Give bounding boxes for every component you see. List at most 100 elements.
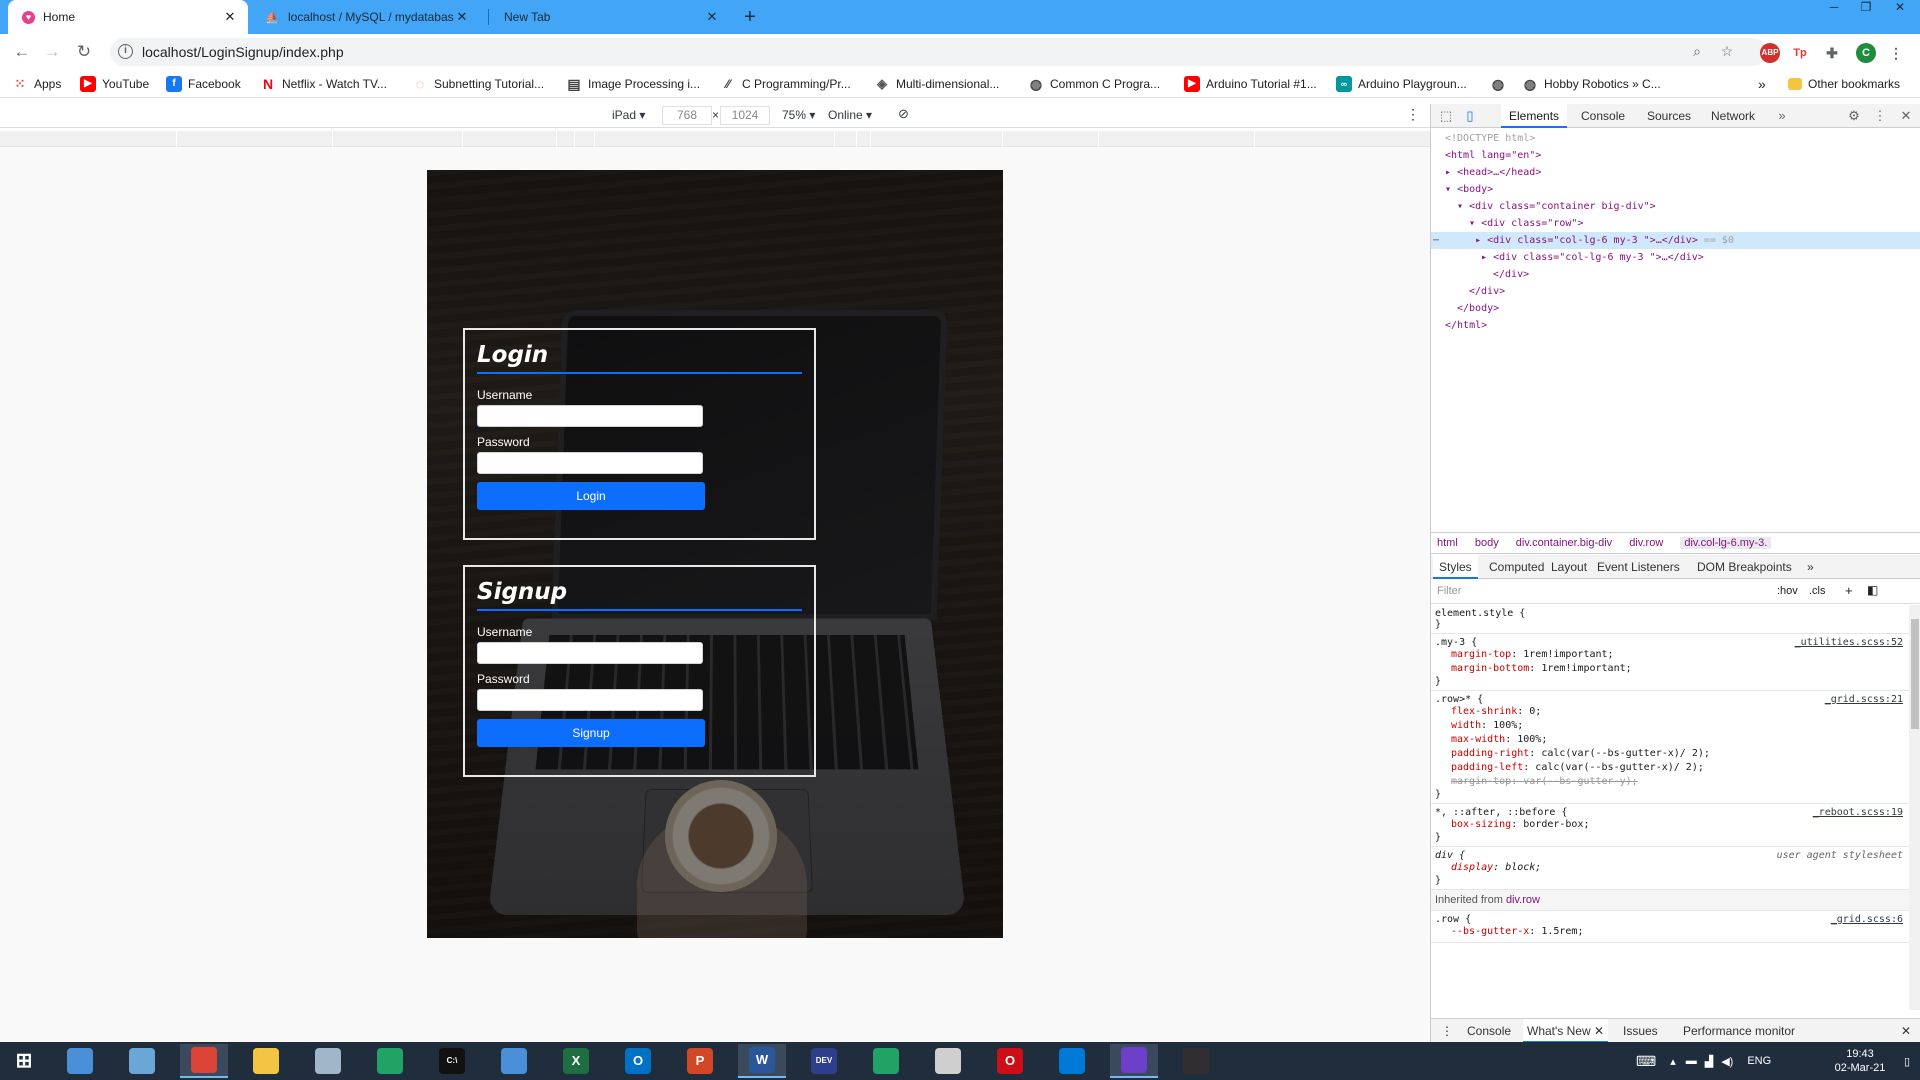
login-button[interactable]: Login — [477, 482, 705, 510]
prop-name[interactable]: flex-shrink — [1451, 706, 1517, 717]
rule-element-style[interactable]: element.style { } — [1431, 605, 1909, 634]
url-text[interactable]: localhost/LoginSignup/index.php — [142, 44, 344, 60]
dom-html-close[interactable]: </html> — [1431, 317, 1920, 334]
other-bookmarks[interactable]: Other bookmarks — [1788, 75, 1900, 93]
device-height-input[interactable]: 1024 — [720, 106, 770, 125]
tab-new-tab[interactable]: New Tab ✕ — [490, 0, 730, 34]
bookmark-apps[interactable]: ⁙ Apps — [12, 75, 62, 93]
bookmark-common-c[interactable]: ◍ Common C Progra... — [1028, 75, 1160, 93]
drawer-tab-whats-new[interactable]: What's New ✕ — [1523, 1019, 1609, 1043]
new-rule-button[interactable]: + — [1845, 583, 1853, 598]
dom-container[interactable]: ▾ <div class="container big-div"> — [1431, 198, 1920, 215]
tab-console[interactable]: Console — [1573, 104, 1633, 128]
bookmark-hobby-robotics[interactable]: ◍ Hobby Robotics » C... — [1522, 75, 1661, 93]
breadcrumb-row[interactable]: div.row — [1629, 537, 1663, 549]
filter-input[interactable]: Filter — [1437, 585, 1461, 597]
tab-dom-breakpoints[interactable]: DOM Breakpoints — [1691, 555, 1798, 579]
tab-network[interactable]: Network — [1703, 104, 1763, 128]
close-drawer-icon[interactable]: ✕ — [1901, 1019, 1911, 1043]
bookmark-globe[interactable]: ◍ — [1490, 75, 1512, 93]
bookmark-image-processing[interactable]: ▤ Image Processing i... — [566, 75, 700, 93]
dom-body-open[interactable]: ▾ <body> — [1431, 181, 1920, 198]
settings-gear-icon[interactable]: ⚙ — [1845, 107, 1863, 125]
prop-name[interactable]: width — [1451, 720, 1481, 731]
close-tab-icon[interactable]: ✕ — [454, 9, 470, 25]
prop-value[interactable]: 100%; — [1493, 720, 1523, 731]
taskbar-app-file-explorer-notepad[interactable] — [56, 1044, 104, 1078]
tray-up-arrow-icon[interactable]: ▴ — [1670, 1055, 1676, 1068]
scrollbar-thumb[interactable] — [1911, 619, 1919, 729]
rule-source-link[interactable]: _grid.scss:6 — [1831, 914, 1903, 925]
taskbar-app-calculator[interactable] — [862, 1044, 910, 1078]
bookmark-subnetting[interactable]: ◌ Subnetting Tutorial... — [412, 75, 544, 93]
toggle-sidebar-icon[interactable]: ◧ — [1867, 583, 1878, 597]
prop-value[interactable]: 1rem!important; — [1541, 663, 1631, 674]
network-select[interactable]: Online ▾ — [828, 108, 872, 122]
language-indicator[interactable]: ENG — [1747, 1055, 1771, 1067]
taskbar-app-outlook[interactable]: O — [614, 1044, 662, 1078]
rule-div-user-agent[interactable]: div { user agent stylesheet display: blo… — [1431, 847, 1909, 890]
drawer-tab-issues[interactable]: Issues — [1623, 1019, 1658, 1043]
prop-value[interactable]: var(--bs-gutter-y); — [1523, 776, 1637, 787]
dom-body-close[interactable]: </body> — [1431, 300, 1920, 317]
device-more-icon[interactable]: ⋮ — [1406, 106, 1420, 123]
profile-avatar-icon[interactable]: C — [1856, 43, 1876, 63]
extensions-puzzle-icon[interactable]: ✚ — [1822, 43, 1842, 63]
rule-source-link[interactable]: _utilities.scss:52 — [1795, 637, 1903, 648]
expand-triangle-icon[interactable]: ▸ — [1445, 235, 1481, 246]
taskbar-app-chrome[interactable] — [180, 1044, 228, 1078]
taskbar-app-project[interactable] — [366, 1044, 414, 1078]
rule-universal[interactable]: *, ::after, ::before { _reboot.scss:19 b… — [1431, 804, 1909, 847]
dom-div-close[interactable]: </div> — [1431, 283, 1920, 300]
back-arrow-icon[interactable]: ← — [10, 40, 34, 64]
tp-extension-icon[interactable]: Tp — [1790, 43, 1810, 63]
tab-styles[interactable]: Styles — [1433, 555, 1478, 579]
prop-name[interactable]: box-sizing — [1451, 819, 1511, 830]
forward-arrow-icon[interactable]: → — [40, 40, 64, 64]
device-width-input[interactable]: 768 — [662, 106, 712, 125]
info-icon[interactable]: i — [118, 44, 133, 59]
rule-row[interactable]: .row { _grid.scss:6 --bs-gutter-x: 1.5re… — [1431, 911, 1909, 943]
bookmark-facebook[interactable]: f Facebook — [166, 75, 241, 93]
tab-computed[interactable]: Computed — [1483, 555, 1550, 579]
tab-phpmyadmin[interactable]: ⛵ localhost / MySQL / mydatabase ✕ — [250, 0, 480, 34]
taskbar-app-file-explorer[interactable] — [242, 1044, 290, 1078]
tab-sources[interactable]: Sources — [1639, 104, 1699, 128]
more-tabs-icon[interactable]: » — [1773, 107, 1791, 125]
dom-col-selected[interactable]: ⋯ ▸ <div class="col-lg-6 my-3 ">…</div> … — [1431, 232, 1920, 249]
signup-username-input[interactable] — [477, 642, 703, 664]
close-tab-icon[interactable]: ✕ — [704, 9, 720, 25]
breadcrumb-body[interactable]: body — [1475, 537, 1499, 549]
prop-name[interactable]: max-width — [1451, 734, 1505, 745]
device-toggle-icon[interactable]: ▯ — [1461, 107, 1479, 125]
login-password-input[interactable] — [477, 452, 703, 474]
drawer-tab-performance-monitor[interactable]: Performance monitor — [1683, 1019, 1795, 1043]
prop-value[interactable]: 1.5rem; — [1541, 926, 1583, 937]
taskbar-app-excel[interactable]: X — [552, 1044, 600, 1078]
prop-value[interactable]: 1rem!important; — [1523, 649, 1613, 660]
bookmark-c-programming[interactable]: ⁄⁄ C Programming/Pr... — [720, 75, 851, 93]
collapse-triangle-icon[interactable]: ▾ — [1457, 201, 1463, 212]
tab-event-listeners[interactable]: Event Listeners — [1591, 555, 1686, 579]
bookmark-multidimensional[interactable]: ◈ Multi-dimensional... — [874, 75, 999, 93]
taskbar-app-dev-cpp[interactable]: DEV — [800, 1044, 848, 1078]
styles-scrollbar[interactable] — [1909, 605, 1920, 1010]
keyboard-icon[interactable]: ⌨ — [1636, 1053, 1656, 1070]
prop-name[interactable]: padding-right — [1451, 748, 1529, 759]
taskbar-app-paint[interactable] — [118, 1044, 166, 1078]
new-tab-button[interactable]: + — [737, 4, 763, 30]
dom-doctype[interactable]: <!DOCTYPE html> — [1431, 130, 1920, 147]
collapse-triangle-icon[interactable]: ▾ — [1469, 218, 1475, 229]
zoom-select[interactable]: 75% ▾ — [782, 108, 815, 122]
taskbar-app-notes[interactable] — [304, 1044, 352, 1078]
breadcrumb-html[interactable]: html — [1437, 537, 1458, 549]
prop-value[interactable]: calc(var(--bs-gutter-x)/ 2); — [1541, 748, 1710, 759]
bookmark-arduino-playground[interactable]: ∞ Arduino Playgroun... — [1336, 75, 1467, 93]
rule-source-link[interactable]: _grid.scss:21 — [1825, 694, 1903, 705]
close-window-icon[interactable]: ✕ — [1886, 0, 1914, 20]
inherited-from-link[interactable]: div.row — [1506, 894, 1540, 906]
rule-my-3[interactable]: .my-3 { _utilities.scss:52 margin-top: 1… — [1431, 634, 1909, 691]
more-subtabs-icon[interactable]: » — [1801, 555, 1820, 579]
inspect-element-icon[interactable]: ⬚ — [1437, 107, 1455, 125]
taskbar-app-snipping[interactable] — [924, 1044, 972, 1078]
